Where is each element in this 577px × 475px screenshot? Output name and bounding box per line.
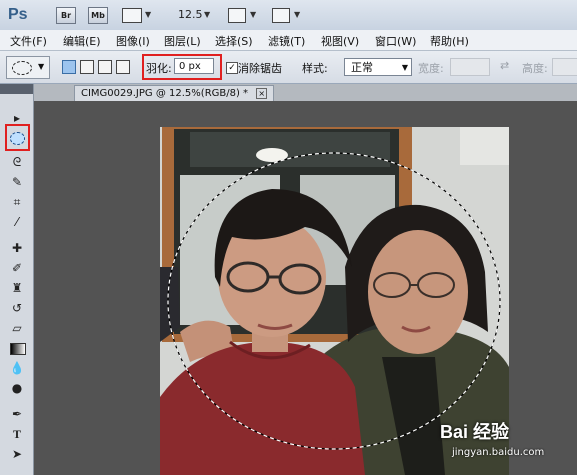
menu-edit[interactable]: 编辑(E) xyxy=(63,33,101,49)
intersect-selection-icon[interactable] xyxy=(116,60,130,74)
chevron-down-icon[interactable]: ▼ xyxy=(145,10,151,19)
bridge-button[interactable]: Br xyxy=(56,7,76,24)
width-label: 宽度: xyxy=(418,62,444,75)
mini-bridge-button[interactable]: Mb xyxy=(88,7,108,24)
feather-highlight-box xyxy=(142,54,222,80)
history-brush-tool-icon[interactable]: ↺ xyxy=(9,300,25,316)
chevron-down-icon: ▼ xyxy=(401,63,408,72)
subtract-from-selection-icon[interactable] xyxy=(98,60,112,74)
style-label: 样式: xyxy=(302,62,328,75)
menu-bar: 文件(F) 编辑(E) 图像(I) 图层(L) 选择(S) 滤镜(T) 视图(V… xyxy=(0,30,577,51)
path-selection-tool-icon[interactable]: ➤ xyxy=(9,446,25,462)
chevron-down-icon[interactable]: ▼ xyxy=(294,10,300,19)
toolbox-header xyxy=(0,84,33,94)
new-selection-icon[interactable] xyxy=(62,60,76,74)
dodge-tool-icon[interactable]: ● xyxy=(9,380,25,396)
document-tab[interactable]: CIMG0029.JPG @ 12.5%(RGB/8) * × xyxy=(74,85,275,102)
menu-help[interactable]: 帮助(H) xyxy=(430,33,469,49)
close-icon[interactable]: × xyxy=(256,87,268,99)
menu-view[interactable]: 视图(V) xyxy=(321,33,359,49)
lasso-tool-icon[interactable]: ᘓ xyxy=(9,154,25,170)
ellipse-marquee-icon xyxy=(12,61,32,75)
chevron-down-icon: ▼ xyxy=(38,62,45,71)
chevron-down-icon[interactable]: ▼ xyxy=(204,10,210,19)
eraser-tool-icon[interactable]: ▱ xyxy=(9,320,25,336)
menu-image[interactable]: 图像(I) xyxy=(116,33,150,49)
clone-stamp-tool-icon[interactable]: ♜ xyxy=(9,280,25,296)
screen-mode-icon[interactable] xyxy=(272,8,290,23)
document-tab-bar: CIMG0029.JPG @ 12.5%(RGB/8) * × xyxy=(34,84,577,102)
antialias-checkbox[interactable]: ✓ xyxy=(226,62,238,74)
menu-layer[interactable]: 图层(L) xyxy=(164,33,201,49)
baidu-watermark: Bai 经验 xyxy=(440,422,510,442)
tool-preset-picker[interactable]: ▼ xyxy=(6,56,50,79)
arrange-documents-icon[interactable] xyxy=(228,8,246,23)
healing-brush-tool-icon[interactable]: ✚ xyxy=(9,240,25,256)
extras-icon[interactable] xyxy=(122,8,142,23)
menu-select[interactable]: 选择(S) xyxy=(215,33,253,49)
watermark-url: jingyan.baidu.com xyxy=(452,447,545,458)
crop-tool-icon[interactable]: ⌗ xyxy=(9,194,25,210)
marquee-tool-highlight-box xyxy=(5,124,30,151)
style-value: 正常 xyxy=(351,61,373,74)
height-input xyxy=(552,58,577,76)
add-to-selection-icon[interactable] xyxy=(80,60,94,74)
width-input xyxy=(450,58,490,76)
type-tool-icon[interactable]: T xyxy=(9,426,25,442)
gradient-tool-icon[interactable] xyxy=(9,340,26,356)
pen-tool-icon[interactable]: ✒ xyxy=(9,406,25,422)
eyedropper-tool-icon[interactable]: ⁄ xyxy=(9,214,25,230)
document-title: CIMG0029.JPG @ 12.5%(RGB/8) * xyxy=(81,88,249,99)
menu-window[interactable]: 窗口(W) xyxy=(375,33,416,49)
toolbox: ▸ ᘓ ✎ ⌗ ⁄ ✚ ✐ ♜ ↺ ▱ 💧 ● ✒ T ➤ xyxy=(0,84,34,475)
blur-tool-icon[interactable]: 💧 xyxy=(9,360,25,376)
photoshop-logo: Ps xyxy=(8,6,28,23)
antialias-label: 消除锯齿 xyxy=(238,62,282,75)
height-label: 高度: xyxy=(522,62,548,75)
chevron-down-icon[interactable]: ▼ xyxy=(250,10,256,19)
brush-tool-icon[interactable]: ✐ xyxy=(9,260,25,276)
zoom-level[interactable]: 12.5 xyxy=(178,8,203,21)
quick-selection-tool-icon[interactable]: ✎ xyxy=(9,174,25,190)
swap-dimensions-icon: ⇄ xyxy=(500,59,510,72)
menu-file[interactable]: 文件(F) xyxy=(10,33,47,49)
options-bar: ▼ 羽化: 0 px ✓ 消除锯齿 样式: 正常 ▼ 宽度: ⇄ 高度: xyxy=(0,51,577,84)
menu-filter[interactable]: 滤镜(T) xyxy=(268,33,305,49)
application-bar: Ps Br Mb ▼ 12.5 ▼ ▼ ▼ xyxy=(0,0,577,31)
style-select[interactable]: 正常 ▼ xyxy=(344,58,412,76)
